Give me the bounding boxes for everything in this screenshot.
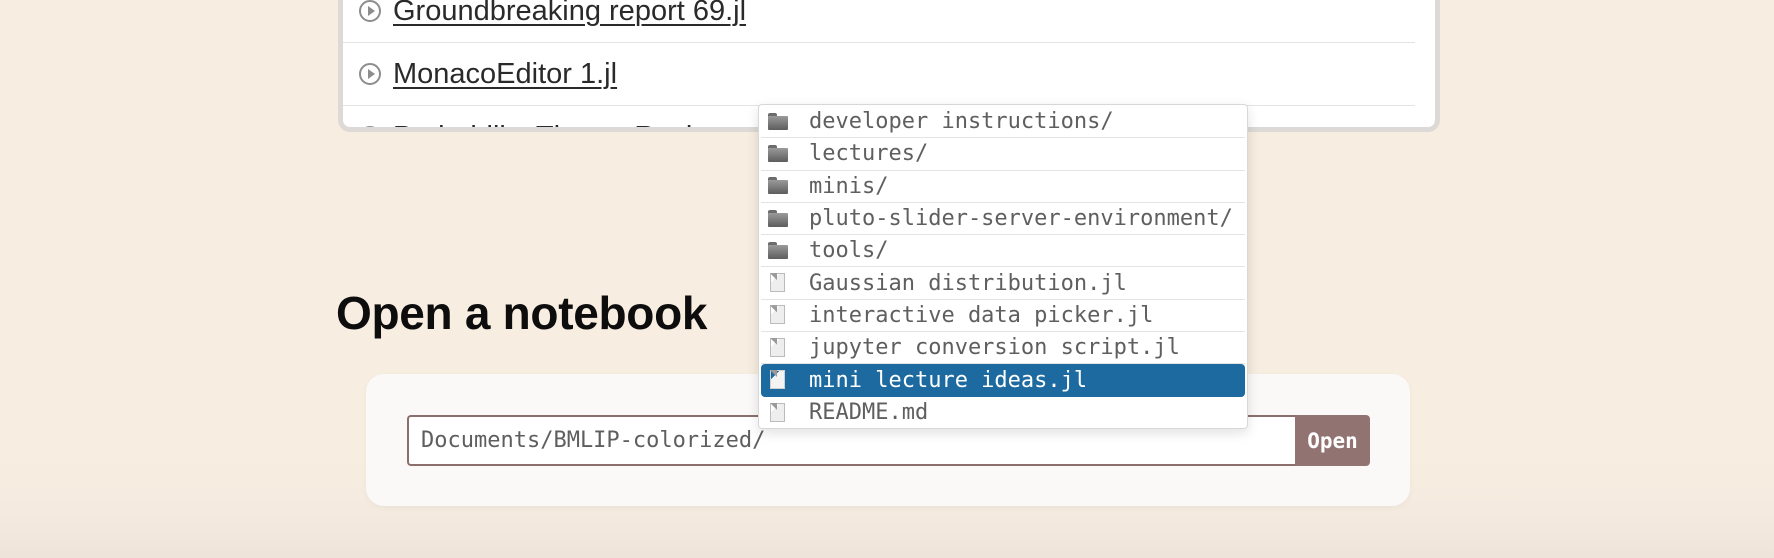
suggestion-item-selected[interactable]: mini lecture ideas.jl <box>761 364 1245 397</box>
folder-icon <box>767 241 793 261</box>
suggestion-label: interactive data picker.jl <box>809 302 1154 328</box>
recent-notebook-item[interactable]: Groundbreaking report 69.jl <box>343 0 1415 43</box>
suggestion-label: Gaussian distribution.jl <box>809 270 1127 296</box>
suggestion-item[interactable]: README.md <box>761 397 1245 428</box>
recent-notebook-link[interactable]: Groundbreaking report 69.jl <box>393 0 746 28</box>
suggestion-item[interactable]: minis/ <box>761 171 1245 203</box>
suggestion-label: lectures/ <box>809 141 929 167</box>
folder-icon <box>767 209 793 229</box>
suggestion-item[interactable]: Gaussian distribution.jl <box>761 267 1245 300</box>
path-suggestions-dropdown[interactable]: developer instructions/ lectures/ minis/… <box>758 104 1248 429</box>
suggestion-label: mini lecture ideas.jl <box>809 367 1088 393</box>
file-icon <box>767 273 793 293</box>
suggestion-item[interactable]: pluto-slider-server-environment/ <box>761 203 1245 236</box>
recent-notebook-link[interactable]: Probability Theory Review <box>393 121 729 128</box>
play-icon[interactable] <box>359 126 381 127</box>
suggestion-label: minis/ <box>809 173 889 199</box>
open-notebook-heading: Open a notebook <box>336 287 708 339</box>
suggestion-label: README.md <box>809 400 929 426</box>
suggestion-item[interactable]: lectures/ <box>761 138 1245 171</box>
recent-notebook-item[interactable]: MonacoEditor 1.jl <box>343 43 1415 106</box>
suggestion-item[interactable]: jupyter conversion script.jl <box>761 332 1245 365</box>
folder-icon <box>767 176 793 196</box>
file-icon <box>767 305 793 325</box>
suggestion-item[interactable]: interactive data picker.jl <box>761 300 1245 333</box>
play-icon[interactable] <box>359 0 381 22</box>
suggestion-item[interactable]: tools/ <box>761 235 1245 268</box>
suggestion-label: tools/ <box>809 238 889 264</box>
file-icon <box>767 402 793 423</box>
suggestion-item[interactable]: developer instructions/ <box>761 106 1245 139</box>
recent-notebook-link[interactable]: MonacoEditor 1.jl <box>393 58 617 91</box>
suggestion-label: developer instructions/ <box>809 109 1114 135</box>
suggestion-label: jupyter conversion script.jl <box>809 335 1180 361</box>
open-button[interactable]: Open <box>1295 415 1370 466</box>
folder-icon <box>767 144 793 164</box>
file-icon <box>767 370 793 390</box>
file-icon <box>767 337 793 358</box>
play-icon[interactable] <box>359 63 381 85</box>
suggestion-label: pluto-slider-server-environment/ <box>809 206 1233 232</box>
folder-icon <box>767 112 793 132</box>
